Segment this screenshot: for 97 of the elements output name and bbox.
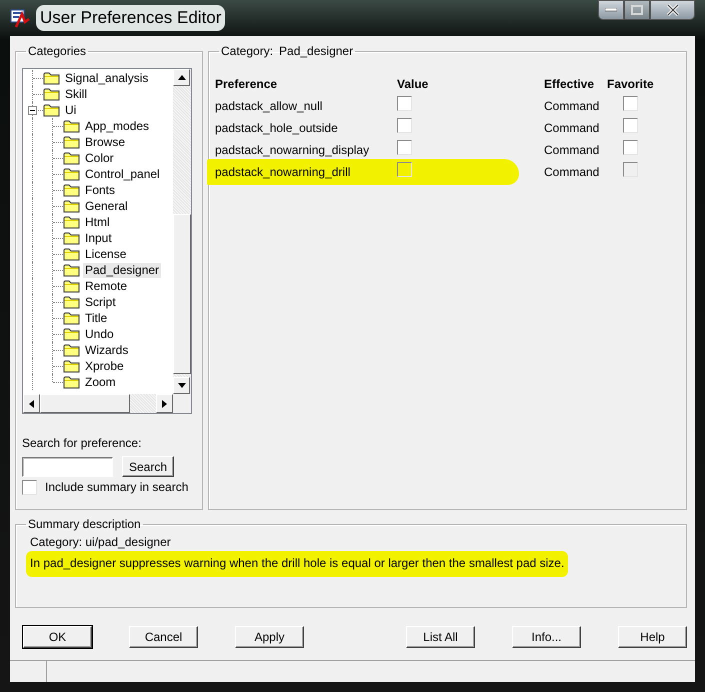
folder-icon — [63, 247, 81, 261]
checkbox[interactable] — [623, 162, 638, 177]
preference-name: padstack_nowarning_drill — [215, 165, 350, 179]
scroll-right-button[interactable] — [156, 394, 173, 413]
folder-icon — [63, 119, 81, 133]
checkbox[interactable] — [397, 118, 412, 133]
tree-item[interactable]: Wizards — [83, 342, 130, 358]
dialog-button[interactable]: Apply — [235, 626, 304, 648]
folder-icon — [43, 103, 61, 117]
app-icon — [10, 8, 30, 28]
dialog-button[interactable]: Info... — [512, 626, 581, 648]
category-name: Pad_designer — [279, 44, 354, 58]
effective-value: Command — [544, 121, 600, 135]
left-arrow-icon — [29, 400, 34, 408]
dialog-button[interactable]: Cancel — [129, 626, 198, 648]
checkbox[interactable] — [397, 96, 412, 111]
column-header: Preference — [215, 77, 278, 91]
folder-icon — [63, 199, 81, 213]
tree-item[interactable]: Pad_designer — [83, 262, 162, 278]
preference-name: padstack_allow_null — [215, 99, 322, 113]
minus-icon — [30, 110, 35, 111]
folder-icon — [63, 327, 81, 341]
folder-icon — [63, 279, 81, 293]
column-header: Effective — [544, 77, 594, 91]
down-arrow-icon — [178, 383, 186, 388]
scroll-up-button[interactable] — [173, 69, 190, 86]
checkbox[interactable] — [623, 96, 638, 111]
effective-value: Command — [544, 143, 600, 157]
folder-icon — [63, 135, 81, 149]
folder-icon — [63, 183, 81, 197]
checkbox[interactable] — [623, 118, 638, 133]
collapse-toggle[interactable] — [28, 106, 37, 115]
tree-item[interactable]: Script — [83, 294, 118, 310]
tree-item[interactable]: Signal_analysis — [63, 70, 150, 86]
effective-value: Command — [544, 99, 600, 113]
folder-icon — [43, 71, 61, 85]
scroll-left-button[interactable] — [23, 394, 40, 413]
checkbox[interactable] — [397, 140, 412, 155]
tree-item[interactable]: Zoom — [83, 374, 118, 390]
tree-item[interactable]: Browse — [83, 134, 128, 150]
tree-item[interactable]: Remote — [83, 278, 130, 294]
column-header: Favorite — [607, 77, 654, 91]
tree-item[interactable]: Undo — [83, 326, 116, 342]
tree-item[interactable]: Xprobe — [83, 358, 126, 374]
legend-label: Category: — [221, 44, 274, 58]
right-arrow-icon — [162, 400, 167, 408]
tree-item[interactable]: Control_panel — [83, 166, 162, 182]
group-title: Categories — [27, 45, 88, 57]
minimize-button[interactable] — [598, 0, 624, 20]
folder-icon — [63, 215, 81, 229]
window-title: User Preferences Editor — [36, 5, 226, 31]
tree-item[interactable]: General — [83, 198, 130, 214]
tree-item[interactable]: Ui — [63, 102, 78, 118]
checkbox[interactable] — [623, 140, 638, 155]
folder-icon — [43, 87, 61, 101]
minimize-icon — [605, 8, 617, 12]
folder-icon — [63, 359, 81, 373]
column-header: Value — [397, 77, 428, 91]
tree-item[interactable]: License — [83, 246, 128, 262]
summary-category: Category: ui/pad_designer — [29, 534, 172, 551]
folder-icon — [63, 295, 81, 309]
tree-item[interactable]: Html — [83, 214, 112, 230]
maximize-icon — [631, 5, 643, 15]
summary-text: In pad_designer suppresses warning when the drill hole is equal or larger then the smallest pad size. — [26, 551, 568, 577]
search-field[interactable] — [22, 456, 113, 476]
tree-item[interactable]: App_modes — [83, 118, 152, 134]
close-button[interactable] — [650, 0, 695, 20]
effective-value: Command — [544, 165, 600, 179]
folder-icon — [63, 151, 81, 165]
folder-icon — [63, 343, 81, 357]
maximize-button[interactable] — [624, 0, 650, 20]
folder-icon — [63, 263, 81, 277]
search-label: Search for preference: — [22, 435, 142, 452]
tree-item[interactable]: Color — [83, 150, 116, 166]
tree-item[interactable]: Title — [83, 310, 110, 326]
folder-icon — [63, 375, 81, 389]
folder-icon — [63, 231, 81, 245]
checkbox[interactable] — [22, 480, 37, 494]
scrollbar-thumb[interactable] — [173, 214, 191, 374]
folder-icon — [63, 311, 81, 325]
dialog-button[interactable]: OK — [23, 626, 92, 648]
group-title: Summary description — [27, 518, 142, 530]
dialog-button[interactable]: Help — [618, 626, 687, 648]
preference-name: padstack_hole_outside — [215, 121, 338, 135]
tree-item[interactable]: Input — [83, 230, 114, 246]
checkbox-label: Include summary in search — [45, 479, 188, 496]
up-arrow-icon — [178, 75, 186, 80]
search-button[interactable]: Search — [122, 456, 174, 477]
tree-item[interactable]: Fonts — [83, 182, 118, 198]
scrollbar-thumb[interactable] — [40, 394, 130, 413]
scroll-down-button[interactable] — [173, 377, 190, 394]
preference-name: padstack_nowarning_display — [215, 143, 370, 157]
close-icon — [666, 4, 680, 16]
tree-item[interactable]: Skill — [63, 86, 90, 102]
dialog-button[interactable]: List All — [406, 626, 475, 648]
folder-icon — [63, 167, 81, 181]
checkbox[interactable] — [397, 162, 412, 177]
